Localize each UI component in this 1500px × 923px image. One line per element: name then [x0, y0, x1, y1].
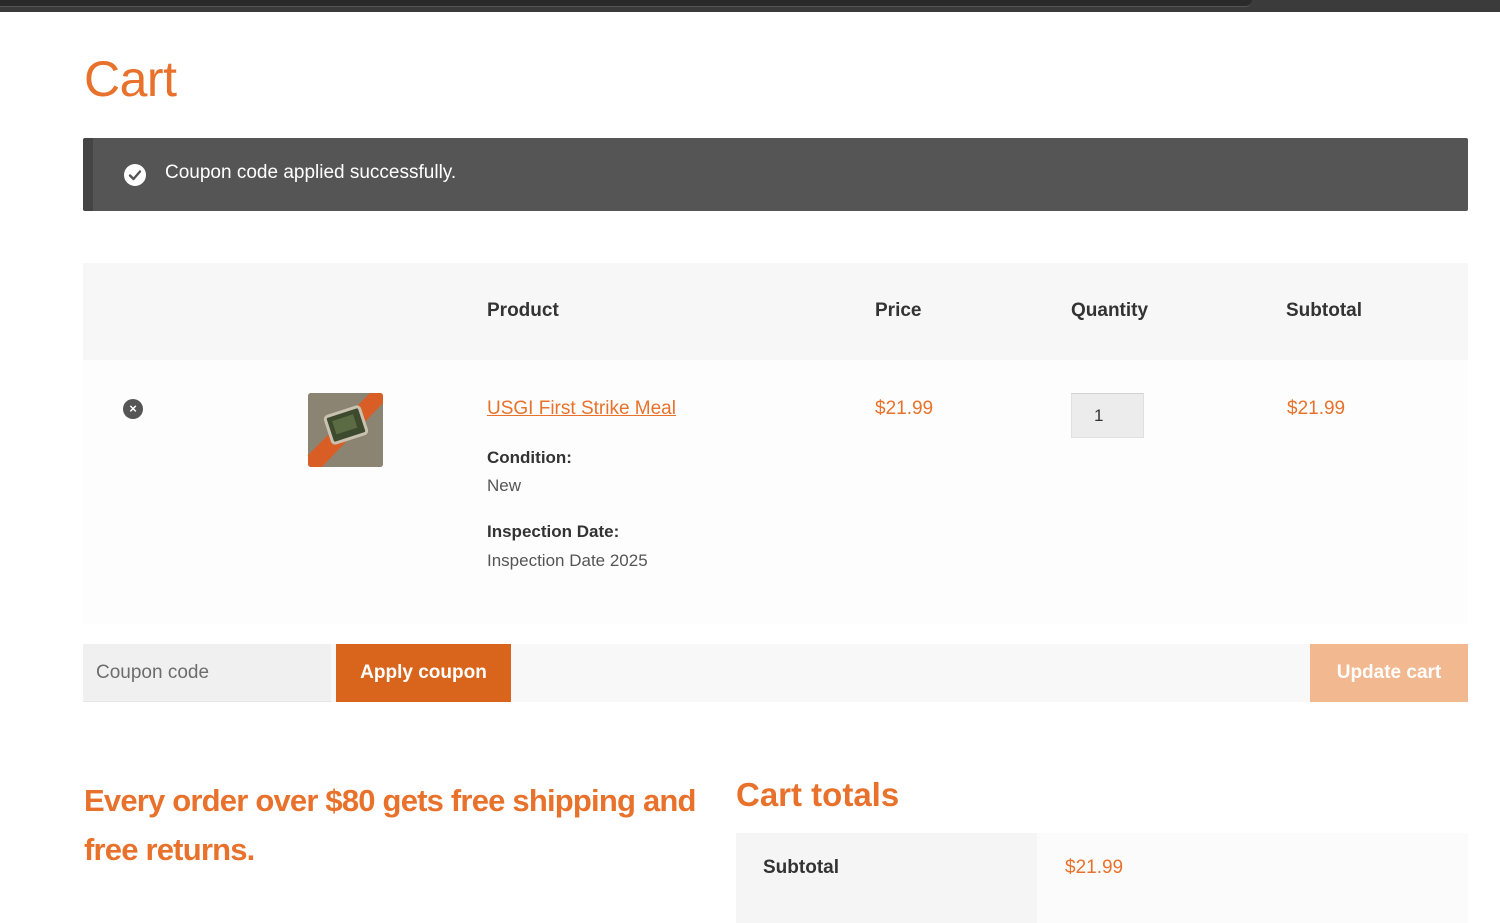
apply-coupon-button[interactable]: Apply coupon	[336, 644, 511, 702]
item-subtotal: $21.99	[1287, 398, 1346, 419]
cart-table: Product Price Quantity Subtotal × USGI F…	[83, 263, 1468, 624]
totals-label-cell: Subtotal	[736, 833, 1037, 923]
cart-totals-table: Subtotal $21.99	[736, 833, 1468, 923]
product-thumbnail[interactable]	[308, 393, 383, 467]
notice-message: Coupon code applied successfully.	[165, 162, 457, 183]
totals-subtotal-value: $21.99	[1065, 857, 1124, 878]
inspection-date-label: Inspection Date:	[487, 522, 620, 541]
check-circle-icon	[124, 164, 146, 186]
inspection-date-value: Inspection Date 2025	[487, 551, 648, 570]
header-quantity: Quantity	[1071, 300, 1149, 321]
condition-value: New	[487, 476, 522, 495]
browser-address-area	[0, 0, 1252, 7]
header-product: Product	[487, 300, 559, 321]
product-link[interactable]: USGI First Strike Meal	[487, 398, 676, 420]
success-notice: Coupon code applied successfully.	[83, 138, 1468, 211]
remove-item-icon[interactable]: ×	[123, 399, 143, 419]
free-shipping-promo: Every order over $80 gets free shipping …	[84, 783, 696, 867]
update-cart-button[interactable]: Update cart	[1310, 644, 1468, 702]
item-price: $21.99	[875, 398, 934, 419]
condition-label: Condition:	[487, 448, 572, 467]
header-price: Price	[875, 300, 922, 321]
page-title: Cart	[84, 51, 177, 107]
totals-value-cell: $21.99	[1037, 833, 1468, 923]
table-header: Product Price Quantity Subtotal	[83, 263, 1468, 360]
totals-subtotal-label: Subtotal	[763, 857, 839, 878]
browser-top-bar	[0, 0, 1500, 12]
cart-actions: Apply coupon Update cart	[83, 644, 1468, 702]
quantity-input[interactable]	[1071, 393, 1144, 438]
cart-totals-title: Cart totals	[736, 776, 900, 813]
coupon-code-input[interactable]	[83, 644, 331, 702]
header-subtotal: Subtotal	[1286, 300, 1362, 321]
